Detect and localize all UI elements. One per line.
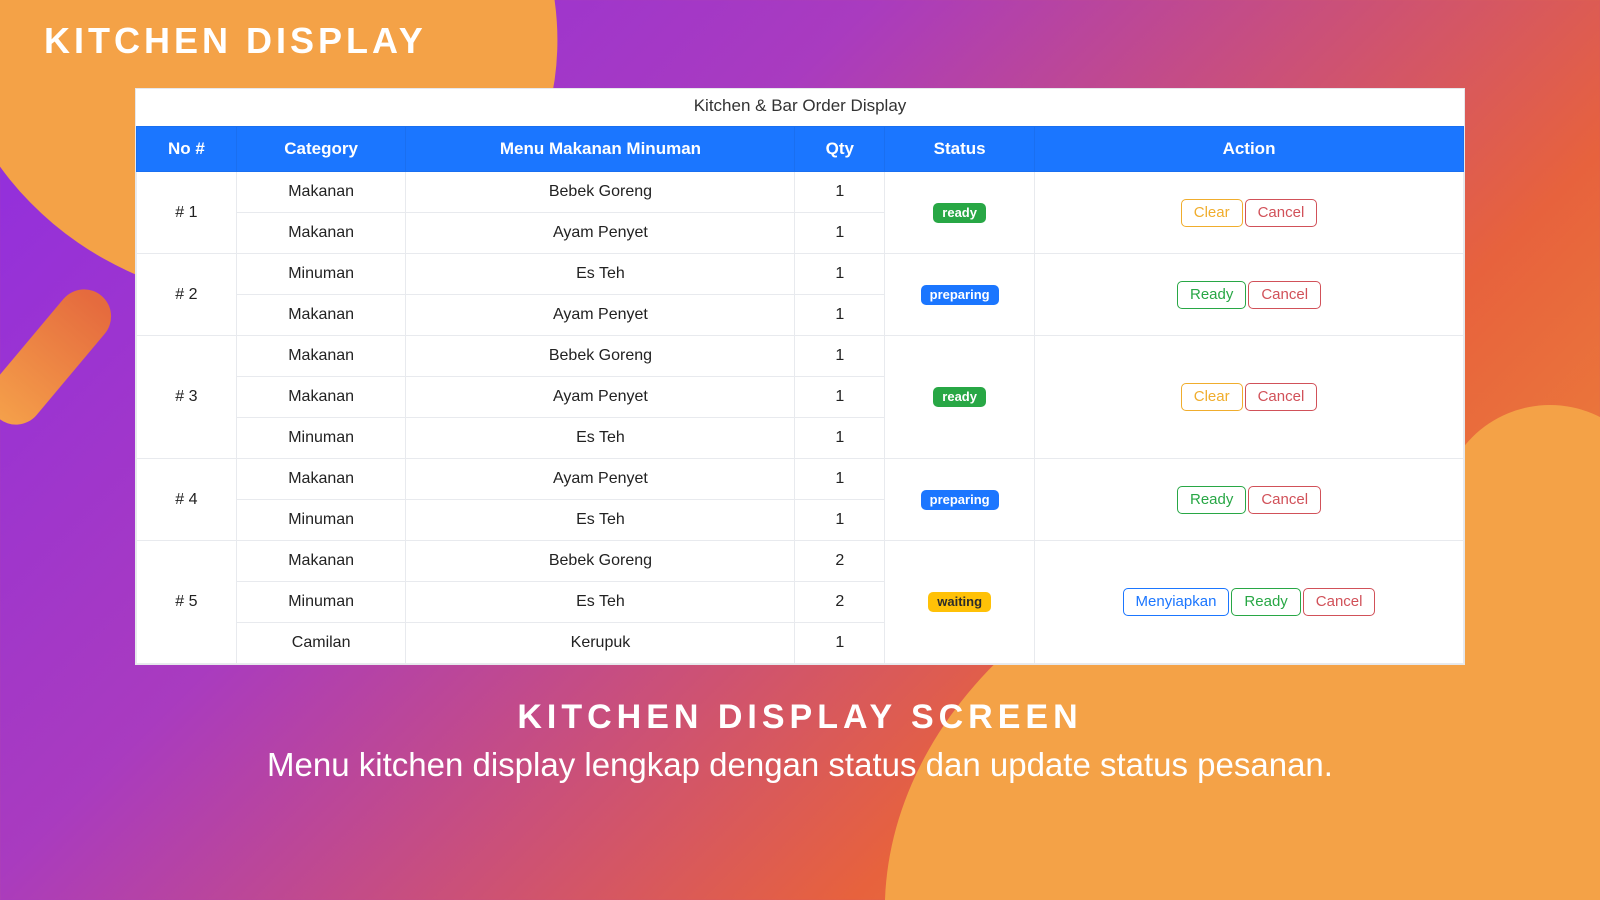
- cell-category: Camilan: [236, 623, 406, 664]
- orders-panel: Kitchen & Bar Order Display No # Categor…: [135, 88, 1465, 665]
- orders-table-body: # 1MakananBebek Goreng1readyClearCancelM…: [137, 172, 1464, 664]
- status-badge: waiting: [928, 592, 991, 612]
- cell-category: Makanan: [236, 172, 406, 213]
- status-badge: preparing: [921, 285, 999, 305]
- ready-button[interactable]: Ready: [1177, 486, 1246, 514]
- cancel-button[interactable]: Cancel: [1303, 588, 1376, 616]
- cell-qty: 2: [795, 582, 885, 623]
- cell-menu: Ayam Penyet: [406, 295, 795, 336]
- cell-menu: Kerupuk: [406, 623, 795, 664]
- cell-actions: ReadyCancel: [1035, 459, 1464, 541]
- cell-actions: ReadyCancel: [1035, 254, 1464, 336]
- table-row: # 5MakananBebek Goreng2waitingMenyiapkan…: [137, 541, 1464, 582]
- cell-actions: ClearCancel: [1035, 172, 1464, 254]
- cell-qty: 1: [795, 213, 885, 254]
- cell-menu: Es Teh: [406, 418, 795, 459]
- cell-qty: 1: [795, 336, 885, 377]
- cell-category: Makanan: [236, 213, 406, 254]
- clear-button[interactable]: Clear: [1181, 383, 1243, 411]
- table-row: # 2MinumanEs Teh1preparingReadyCancel: [137, 254, 1464, 295]
- cell-category: Makanan: [236, 377, 406, 418]
- table-row: # 1MakananBebek Goreng1readyClearCancel: [137, 172, 1464, 213]
- cell-menu: Es Teh: [406, 500, 795, 541]
- clear-button[interactable]: Clear: [1181, 199, 1243, 227]
- cell-order-no: # 2: [137, 254, 237, 336]
- cell-qty: 1: [795, 254, 885, 295]
- cell-menu: Bebek Goreng: [406, 172, 795, 213]
- cell-order-no: # 5: [137, 541, 237, 664]
- cell-qty: 1: [795, 500, 885, 541]
- menyiapkan-button[interactable]: Menyiapkan: [1123, 588, 1230, 616]
- cell-status: ready: [885, 336, 1035, 459]
- caption-subtitle: Menu kitchen display lengkap dengan stat…: [0, 746, 1600, 784]
- cell-qty: 1: [795, 172, 885, 213]
- cell-qty: 1: [795, 623, 885, 664]
- cell-category: Minuman: [236, 500, 406, 541]
- cancel-button[interactable]: Cancel: [1248, 281, 1321, 309]
- page-title: KITCHEN DISPLAY: [44, 20, 427, 62]
- cell-category: Makanan: [236, 295, 406, 336]
- cell-order-no: # 1: [137, 172, 237, 254]
- ready-button[interactable]: Ready: [1177, 281, 1246, 309]
- caption-title: KITCHEN DISPLAY SCREEN: [0, 698, 1600, 737]
- cell-menu: Bebek Goreng: [406, 336, 795, 377]
- col-header-status: Status: [885, 127, 1035, 172]
- cell-category: Minuman: [236, 254, 406, 295]
- cell-qty: 1: [795, 459, 885, 500]
- cell-category: Makanan: [236, 541, 406, 582]
- col-header-action: Action: [1035, 127, 1464, 172]
- cell-category: Makanan: [236, 336, 406, 377]
- cell-menu: Es Teh: [406, 254, 795, 295]
- cell-qty: 1: [795, 418, 885, 459]
- col-header-category: Category: [236, 127, 406, 172]
- cell-menu: Es Teh: [406, 582, 795, 623]
- cell-status: preparing: [885, 459, 1035, 541]
- cell-menu: Ayam Penyet: [406, 213, 795, 254]
- cell-menu: Ayam Penyet: [406, 377, 795, 418]
- ready-button[interactable]: Ready: [1231, 588, 1300, 616]
- cell-menu: Bebek Goreng: [406, 541, 795, 582]
- cell-actions: ClearCancel: [1035, 336, 1464, 459]
- cell-category: Minuman: [236, 582, 406, 623]
- table-row: # 4MakananAyam Penyet1preparingReadyCanc…: [137, 459, 1464, 500]
- status-badge: ready: [933, 203, 986, 223]
- status-badge: preparing: [921, 490, 999, 510]
- cell-menu: Ayam Penyet: [406, 459, 795, 500]
- cell-qty: 1: [795, 295, 885, 336]
- cell-status: preparing: [885, 254, 1035, 336]
- cell-qty: 1: [795, 377, 885, 418]
- col-header-qty: Qty: [795, 127, 885, 172]
- orders-table: No # Category Menu Makanan Minuman Qty S…: [136, 126, 1464, 664]
- cancel-button[interactable]: Cancel: [1245, 199, 1318, 227]
- cell-status: waiting: [885, 541, 1035, 664]
- col-header-menu: Menu Makanan Minuman: [406, 127, 795, 172]
- cancel-button[interactable]: Cancel: [1248, 486, 1321, 514]
- decorative-pill: [0, 278, 122, 435]
- cell-order-no: # 4: [137, 459, 237, 541]
- cell-order-no: # 3: [137, 336, 237, 459]
- col-header-no: No #: [137, 127, 237, 172]
- cell-category: Makanan: [236, 459, 406, 500]
- cell-qty: 2: [795, 541, 885, 582]
- cell-actions: MenyiapkanReadyCancel: [1035, 541, 1464, 664]
- table-row: # 3MakananBebek Goreng1readyClearCancel: [137, 336, 1464, 377]
- status-badge: ready: [933, 387, 986, 407]
- orders-table-head: No # Category Menu Makanan Minuman Qty S…: [137, 127, 1464, 172]
- cell-status: ready: [885, 172, 1035, 254]
- cancel-button[interactable]: Cancel: [1245, 383, 1318, 411]
- panel-title: Kitchen & Bar Order Display: [136, 89, 1464, 126]
- cell-category: Minuman: [236, 418, 406, 459]
